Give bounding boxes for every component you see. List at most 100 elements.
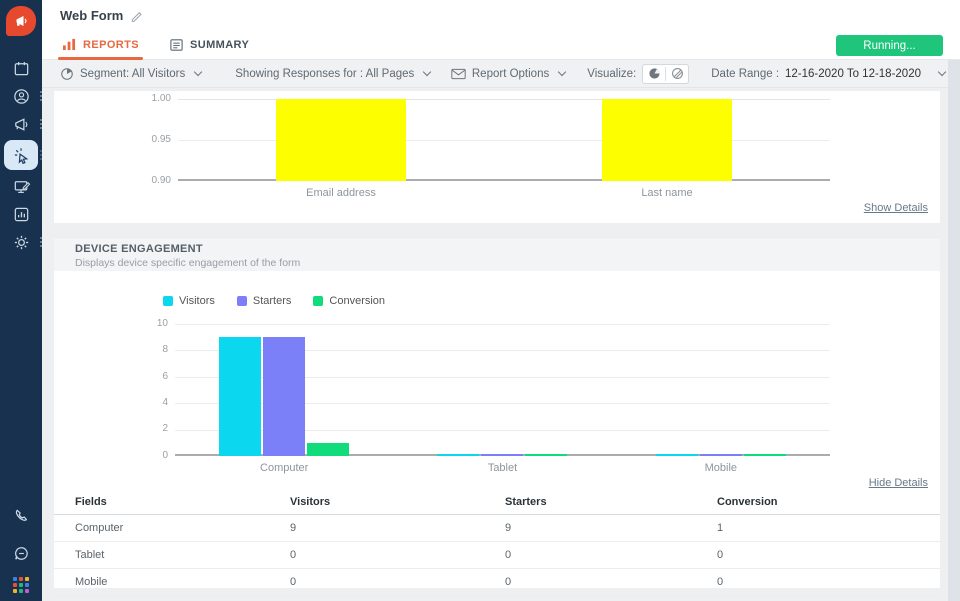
toolbar-right: Report Options Visualize: Date Range: 1… [451, 63, 947, 84]
bar-last-name[interactable] [602, 99, 732, 181]
cursor-click-icon [14, 147, 28, 164]
bar-mobile-visitors[interactable] [655, 454, 698, 456]
segment-pie-icon [61, 67, 73, 80]
y-axis-tick: 8 [162, 344, 168, 355]
tab-bar: REPORTS SUMMARY Running... [42, 30, 960, 60]
date-range-selector[interactable]: Date Range : 12-16-2020 To 12-18-2020 [711, 67, 947, 80]
hide-details-link[interactable]: Hide Details [869, 477, 928, 489]
visualize-toggle [642, 63, 690, 84]
segment-chevron-down-icon [194, 67, 203, 77]
y-axis-tick: 10 [156, 318, 168, 329]
device-section-title: DEVICE ENGAGEMENT [75, 243, 203, 255]
x-axis-label: Mobile [704, 462, 738, 474]
sidebar-item-contacts[interactable] [4, 82, 42, 110]
device-chart-region: Visitors Starters Conversion 10 8 6 4 2 … [54, 271, 940, 491]
field-chart-panel: 1.00 0.95 0.90 Email address Last name S… [54, 91, 940, 223]
bar-mobile-conversion[interactable] [743, 454, 786, 456]
col-header-fields: Fields [54, 491, 290, 515]
tab-reports[interactable]: REPORTS [58, 30, 143, 60]
device-section-subtitle: Displays device specific engagement of t… [75, 257, 301, 269]
sidebar-item-campaigns[interactable] [4, 110, 42, 138]
x-axis-label: Last name [641, 187, 693, 199]
sidebar-item-calendar[interactable] [4, 54, 38, 82]
bar-email-address[interactable] [276, 99, 406, 181]
table-header-row: Fields Visitors Starters Conversion [54, 491, 940, 515]
bar-chart-icon [14, 207, 28, 221]
visitors-swatch-icon [163, 296, 173, 306]
sidebar-item-phone[interactable] [4, 501, 38, 529]
legend-label: Visitors [179, 295, 215, 307]
legend-label: Conversion [329, 295, 386, 307]
apps-launcher-icon[interactable] [13, 577, 29, 593]
table-row-computer: Computer 9 9 1 [54, 514, 940, 542]
col-header-conversion: Conversion [717, 491, 940, 515]
bar-tablet-starters[interactable] [481, 454, 524, 456]
y-axis-tick: 6 [162, 371, 168, 382]
x-axis-label: Tablet [487, 462, 518, 474]
bar-mobile-starters[interactable] [699, 454, 742, 456]
vertical-scrollbar[interactable] [948, 60, 960, 601]
show-details-link[interactable]: Show Details [864, 202, 928, 214]
running-status-button[interactable]: Running... [836, 35, 943, 56]
field-chart-plot: Email address Last name [178, 99, 830, 199]
monitor-edit-icon [14, 180, 30, 193]
sidebar-item-reports[interactable] [4, 200, 38, 228]
report-options-chevron-down-icon [557, 67, 567, 77]
report-scroll-area: 1.00 0.95 0.90 Email address Last name S… [42, 89, 948, 601]
app-sidebar [0, 0, 42, 601]
cell-conversion: 0 [717, 568, 940, 596]
tab-summary-label: SUMMARY [189, 38, 250, 51]
x-axis-label: Computer [260, 462, 309, 474]
cell-field: Tablet [54, 541, 290, 569]
date-range-label: Date Range : [711, 67, 780, 80]
y-axis-tick: 1.00 [151, 93, 171, 104]
cell-starters: 0 [505, 568, 717, 596]
phone-icon [15, 509, 27, 521]
device-data-table: Fields Visitors Starters Conversion Comp… [54, 491, 940, 596]
tab-summary[interactable]: SUMMARY [167, 30, 251, 59]
cell-field: Computer [54, 514, 290, 542]
page-title: Web Form [60, 7, 124, 23]
sidebar-item-chat[interactable] [4, 539, 38, 567]
device-engagement-panel: DEVICE ENGAGEMENT Displays device specif… [54, 237, 940, 596]
legend-item-conversion[interactable]: Conversion [313, 295, 385, 307]
segment-selector[interactable]: Segment: All Visitors [60, 67, 203, 81]
tab-reports-label: REPORTS [83, 38, 139, 51]
visualize-filled-chart-icon[interactable] [643, 67, 665, 80]
edit-title-pencil-icon[interactable] [130, 9, 143, 22]
report-options-menu[interactable]: Report Options [451, 67, 567, 80]
col-header-visitors: Visitors [290, 491, 505, 515]
cell-field: Mobile [54, 568, 290, 596]
sidebar-bottom [4, 501, 38, 593]
y-axis-tick: 0.90 [151, 175, 171, 186]
table-row-tablet: Tablet 0 0 0 [54, 541, 940, 569]
bar-computer-starters[interactable] [263, 337, 306, 456]
bar-tablet-conversion[interactable] [525, 454, 568, 456]
showing-responses-selector[interactable]: Showing Responses for : All Pages [235, 67, 432, 80]
legend-item-starters[interactable]: Starters [236, 295, 291, 307]
summary-tab-icon [170, 38, 183, 51]
cell-conversion: 0 [717, 541, 940, 569]
cell-conversion: 1 [717, 514, 940, 542]
cell-visitors: 0 [290, 568, 505, 596]
device-section-header: DEVICE ENGAGEMENT Displays device specif… [54, 237, 940, 271]
bar-computer-conversion[interactable] [307, 442, 350, 456]
starters-swatch-icon [236, 296, 247, 306]
group-mobile [612, 324, 830, 456]
sidebar-item-content-editor[interactable] [4, 172, 38, 200]
showing-responses-chevron-down-icon [423, 67, 432, 77]
y-axis-tick: 0 [162, 450, 168, 461]
cell-visitors: 0 [290, 541, 505, 569]
chat-bubble-icon [14, 546, 28, 560]
sidebar-item-web-form-active[interactable] [4, 140, 42, 170]
bar-computer-visitors[interactable] [219, 337, 262, 456]
sidebar-item-settings[interactable] [4, 228, 42, 256]
bar-tablet-visitors[interactable] [437, 454, 480, 456]
contacts-icon [13, 88, 29, 104]
reports-tab-icon [63, 38, 76, 51]
app-window: Web Form REPORTS SUMMARY Running... Segm… [0, 0, 960, 601]
visualize-hatched-chart-icon[interactable] [666, 67, 688, 80]
app-logo[interactable] [6, 6, 36, 36]
calendar-icon [14, 61, 28, 75]
legend-item-visitors[interactable]: Visitors [163, 295, 215, 307]
